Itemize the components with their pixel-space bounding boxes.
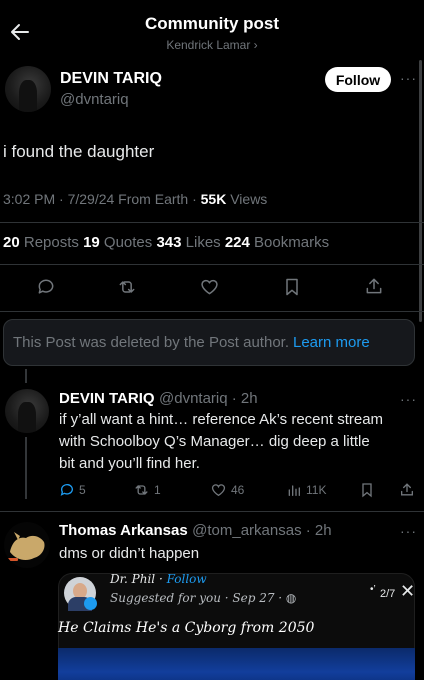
author-name[interactable]: DEVIN TARIQ: [60, 70, 162, 88]
embed-suggested-text: Suggested for you · Sep 27 ·: [110, 591, 286, 605]
reply-author-name[interactable]: Thomas Arkansas: [59, 522, 188, 539]
bookmarks-label: Bookmarks: [249, 234, 330, 251]
reply-author-name[interactable]: DEVIN TARIQ: [59, 390, 155, 407]
reply-header: DEVIN TARIQ @dvntariq · 2h: [59, 390, 258, 408]
divider: [0, 511, 424, 512]
divider: [0, 311, 424, 312]
reply-icon[interactable]: [36, 277, 56, 297]
reposts-stat[interactable]: 20 Reposts: [3, 234, 83, 251]
quotes-stat[interactable]: 19 Quotes: [83, 234, 156, 251]
thread-line: [25, 369, 27, 383]
views-count: 55K: [200, 191, 227, 207]
repost-action[interactable]: 1: [133, 482, 161, 498]
like-action[interactable]: 46: [210, 482, 244, 498]
avatar[interactable]: [4, 522, 50, 568]
share-icon[interactable]: [364, 276, 384, 296]
deleted-notice-text: This Post was deleted by the Post author…: [13, 334, 289, 351]
views-chart-icon[interactable]: [286, 482, 302, 498]
embed-follow-link[interactable]: Follow: [167, 572, 207, 586]
reply-count: 5: [79, 483, 86, 497]
embed-caption: He Claims He's a Cyborg from 2050: [58, 620, 315, 636]
likes-stat[interactable]: 343 Likes: [156, 234, 224, 251]
avatar[interactable]: [5, 66, 51, 112]
embed-suggested: Suggested for you · Sep 27 · ◍: [110, 591, 296, 605]
bookmarks-count: 224: [224, 234, 250, 251]
likes-label: Likes: [181, 234, 225, 251]
globe-icon: ◍: [285, 591, 297, 605]
embed-author-name[interactable]: Dr. Phil ·: [110, 572, 167, 586]
community-link[interactable]: Kendrick Lamar ›: [0, 38, 424, 52]
verified-badge-icon: [84, 597, 97, 610]
thread-line: [25, 437, 27, 499]
avatar[interactable]: [5, 389, 49, 433]
divider: [0, 264, 424, 265]
reposts-count: 20: [3, 234, 20, 251]
close-icon[interactable]: ✕: [400, 581, 415, 602]
reply-text-line: with Schoolboy Q’s Manager… dig deep a l…: [59, 433, 370, 450]
more-options-icon[interactable]: ···: [400, 70, 417, 86]
likes-count: 343: [156, 234, 182, 251]
like-icon[interactable]: [199, 277, 220, 297]
bookmark-icon[interactable]: [283, 277, 301, 297]
views-action[interactable]: 11K: [286, 482, 326, 498]
like-icon[interactable]: [210, 482, 227, 498]
author-handle[interactable]: @dvntariq: [60, 91, 129, 108]
reply-text-line: if y’all want a hint… reference Ak’s rec…: [59, 411, 384, 428]
share-icon[interactable]: [399, 481, 415, 498]
post-text: i found the daughter: [3, 142, 155, 161]
bookmarks-stat[interactable]: 224 Bookmarks: [225, 234, 329, 251]
page-title: Community post: [144, 14, 280, 33]
reply-text: dms or didn’t happen: [59, 545, 200, 562]
reply-text-line: bit and you’ll find her.: [59, 455, 200, 472]
dot-indicator-icon: •’: [370, 584, 376, 595]
repost-icon[interactable]: [116, 277, 138, 297]
more-options-icon[interactable]: ···: [400, 523, 417, 539]
more-options-icon[interactable]: ···: [400, 391, 417, 407]
deleted-post-notice: This Post was deleted by the Post author…: [3, 319, 415, 366]
divider: [0, 222, 424, 223]
quotes-count: 19: [83, 234, 100, 251]
quotes-label: Quotes: [99, 234, 157, 251]
post-meta: 3:02 PM · 7/29/24 From Earth · 55K Views: [3, 191, 267, 207]
reply-icon[interactable]: [59, 482, 75, 498]
scrollbar[interactable]: [419, 60, 422, 322]
post-time: 3:02 PM · 7/29/24 From Earth ·: [3, 191, 201, 207]
like-count: 46: [231, 483, 245, 497]
embed-author: Dr. Phil · Follow: [110, 572, 207, 586]
learn-more-link[interactable]: Learn more: [293, 334, 370, 351]
reply-text: if y’all want a hint… reference Ak’s rec…: [59, 409, 383, 475]
bookmark-icon[interactable]: [360, 482, 374, 498]
reply-header: Thomas Arkansas @tom_arkansas · 2h: [59, 522, 332, 540]
views-label: Views: [226, 191, 268, 207]
post-stats: 20 Reposts 19 Quotes 343 Likes 224 Bookm…: [3, 234, 329, 251]
repost-count: 1: [154, 483, 161, 497]
media-counter: 2/7: [380, 588, 396, 600]
repost-icon[interactable]: [133, 482, 150, 498]
reply-author-handle[interactable]: @tom_arkansas · 2h: [192, 522, 331, 539]
reposts-label: Reposts: [19, 234, 84, 251]
reply-action[interactable]: 5: [59, 482, 86, 498]
video-thumbnail[interactable]: [58, 648, 415, 680]
views-count: 11K: [306, 483, 327, 497]
reply-author-handle[interactable]: @dvntariq · 2h: [159, 390, 258, 407]
follow-button[interactable]: Follow: [325, 67, 391, 92]
